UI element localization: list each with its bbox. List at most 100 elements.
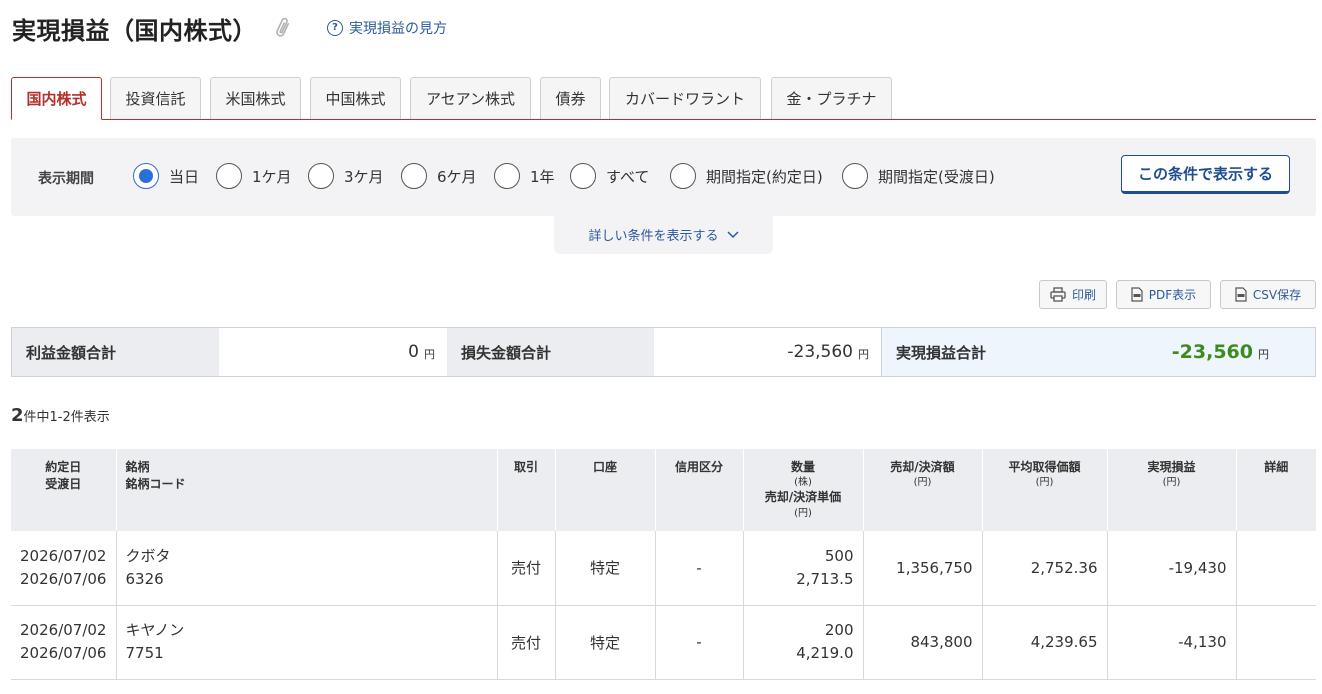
stock-code: 7751	[125, 644, 164, 662]
yen-unit: 円	[858, 348, 869, 361]
apply-conditions-button[interactable]: この条件で表示する	[1121, 155, 1290, 194]
loss-total-value: -23,560 円	[654, 328, 881, 376]
radio-dot	[670, 163, 696, 189]
cell-account: 特定	[554, 605, 655, 680]
print-label: 印刷	[1071, 288, 1096, 302]
help-icon: ?	[327, 20, 343, 36]
header-price: 売却/決済単価	[764, 490, 842, 505]
header-qty-unit: (株)	[794, 477, 812, 489]
radio-dot	[216, 163, 242, 189]
header-settle-date: 受渡日	[45, 477, 82, 492]
cell-qty-price: 200 4,219.0	[742, 605, 863, 680]
cell-account: 特定	[554, 531, 655, 606]
csv-label: CSV保存	[1252, 288, 1302, 302]
cell-stock: クボタ 6326	[115, 531, 497, 606]
col-realized-pl: 実現損益 (円)	[1106, 449, 1236, 531]
cell-margin: -	[654, 605, 743, 680]
paperclip-icon[interactable]	[275, 15, 297, 41]
cell-amount: 1,356,750	[862, 531, 982, 606]
profit-total-label: 利益金額合計	[12, 328, 219, 376]
cell-margin: -	[654, 531, 743, 606]
cell-dates: 2026/07/02 2026/07/06	[11, 605, 116, 680]
header-price-unit: (円)	[794, 507, 812, 519]
pdf-file-icon	[1131, 287, 1143, 302]
settle-date: 2026/07/06	[20, 644, 107, 662]
cell-realized-pl: -4,130	[1106, 605, 1236, 680]
radio-label: 1ケ月	[252, 167, 292, 186]
radio-dot	[494, 163, 520, 189]
profit-total-value: 0円	[219, 328, 447, 376]
col-qty-price: 数量 (株) 売却/決済単価 (円)	[742, 449, 863, 531]
radio-1year[interactable]: 1年	[494, 163, 555, 189]
result-total: 2	[11, 405, 24, 426]
radio-all[interactable]: すべて	[570, 163, 649, 189]
radio-dot	[401, 163, 427, 189]
radio-6months[interactable]: 6ケ月	[401, 163, 477, 189]
loss-total-label: 損失金額合計	[447, 328, 654, 376]
tab-us-stocks[interactable]: 米国株式	[210, 77, 301, 119]
radio-dot	[842, 163, 868, 189]
more-conditions-label: 詳しい条件を表示する	[588, 228, 719, 244]
header-amount: 売却/決済額	[890, 460, 955, 474]
radio-range-trade-date[interactable]: 期間指定(約定日)	[670, 163, 823, 189]
header-qty: 数量	[790, 460, 815, 474]
period-label: 表示期間	[38, 171, 94, 187]
csv-button[interactable]: CSV保存	[1220, 280, 1316, 309]
profit-amount: 0	[408, 342, 419, 362]
radio-dot	[570, 163, 596, 189]
yen-unit: 円	[424, 348, 435, 361]
radio-label: 3ケ月	[344, 167, 384, 186]
col-name: 銘柄 銘柄コード	[115, 449, 497, 531]
col-amount: 売却/決済額 (円)	[862, 449, 982, 531]
help-link[interactable]: ? 実現損益の見方	[327, 18, 447, 38]
yen-unit: 円	[1258, 348, 1269, 361]
result-count: 2件中1-2件表示	[11, 405, 110, 426]
tab-gold-platinum[interactable]: 金・プラチナ	[771, 77, 892, 119]
tab-investment-trusts[interactable]: 投資信託	[110, 77, 201, 119]
trade-date: 2026/07/02	[20, 546, 107, 565]
stock-name: クボタ	[125, 546, 171, 565]
header-pl-unit: (円)	[1162, 477, 1181, 489]
print-button[interactable]: 印刷	[1039, 280, 1107, 309]
quantity: 500	[824, 546, 854, 565]
quantity: 200	[824, 620, 854, 639]
tab-china-stocks[interactable]: 中国株式	[310, 77, 401, 119]
stock-code: 6326	[125, 569, 164, 588]
header-avg-cost: 平均取得価額	[1008, 460, 1081, 474]
header-realized-pl: 実現損益	[1147, 460, 1196, 474]
radio-label: 期間指定(受渡日)	[878, 167, 995, 186]
col-dates: 約定日 受渡日	[11, 449, 116, 531]
market-tabs: 国内株式 投資信託 米国株式 中国株式 アセアン株式 債券 カバードワラント 金…	[11, 77, 1316, 120]
header-stock-name: 銘柄	[125, 460, 150, 474]
col-trade: 取引	[496, 449, 555, 531]
title-row: 実現損益（国内株式） ? 実現損益の見方	[12, 10, 447, 46]
radio-label: 6ケ月	[437, 167, 477, 186]
realized-total: 実現損益合計 -23,560 円	[881, 328, 1315, 376]
radio-today[interactable]: 当日	[133, 163, 199, 189]
cell-dates: 2026/07/02 2026/07/06	[11, 531, 116, 606]
radio-label: すべて	[606, 167, 650, 186]
chevron-down-icon	[726, 228, 739, 240]
pdf-label: PDF表示	[1148, 288, 1197, 302]
tab-covered-warrants[interactable]: カバードワラント	[609, 77, 761, 119]
unit-price: 4,219.0	[796, 644, 854, 662]
cell-detail	[1235, 605, 1316, 680]
results-table: 約定日 受渡日 銘柄 銘柄コード 取引 口座 信用区分 数量 (株) 売却/決済単価…	[11, 449, 1316, 680]
settle-date: 2026/07/06	[20, 569, 107, 588]
pdf-button[interactable]: PDF表示	[1116, 280, 1211, 309]
col-margin: 信用区分	[654, 449, 743, 531]
radio-range-settle-date[interactable]: 期間指定(受渡日)	[842, 163, 995, 189]
radio-1month[interactable]: 1ケ月	[216, 163, 292, 189]
cell-trade: 売付	[496, 531, 555, 606]
more-conditions-toggle[interactable]: 詳しい条件を表示する	[554, 214, 773, 254]
tab-asean-stocks[interactable]: アセアン株式	[410, 77, 531, 119]
radio-dot	[133, 163, 159, 189]
cell-avg-cost: 2,752.36	[981, 531, 1107, 606]
radio-3months[interactable]: 3ケ月	[308, 163, 384, 189]
radio-label: 1年	[530, 167, 555, 186]
realized-amount: -23,560	[1171, 341, 1253, 363]
table-row: 2026/07/02 2026/07/06 キヤノン 7751 売付 特定 - 20…	[11, 605, 1316, 680]
tab-domestic-stocks[interactable]: 国内株式	[11, 77, 102, 120]
header-trade-date: 約定日	[45, 460, 82, 474]
tab-bonds[interactable]: 債券	[540, 77, 601, 119]
